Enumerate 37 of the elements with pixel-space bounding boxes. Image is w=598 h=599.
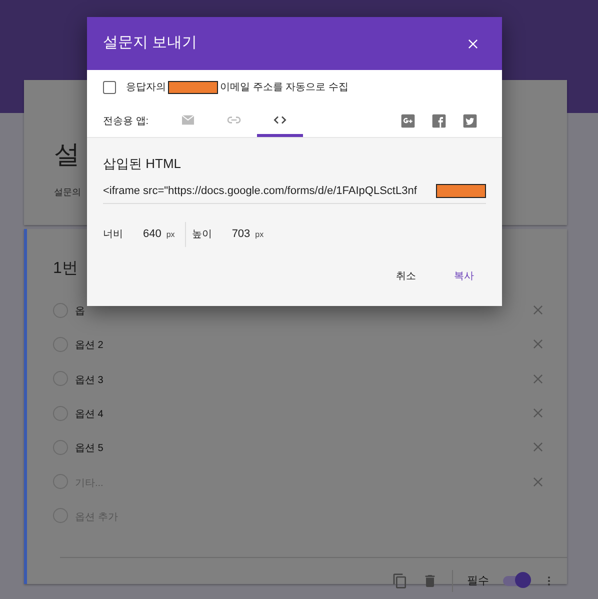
form-description: 설문의 bbox=[54, 186, 81, 199]
close-icon[interactable] bbox=[531, 303, 545, 318]
unit-label: px bbox=[166, 228, 175, 240]
redaction-mark bbox=[436, 184, 486, 198]
dimension-label: 너비 bbox=[103, 228, 123, 242]
redaction-mark bbox=[168, 81, 218, 94]
embed-code-field[interactable]: <iframe src="https://docs.google.com/forms/d/e/1FAIpQLSctL3nf bbox=[103, 180, 436, 203]
section-title: 삽입된 HTML bbox=[103, 155, 182, 173]
close-icon[interactable] bbox=[531, 372, 545, 386]
close-button[interactable] bbox=[466, 36, 480, 50]
cancel-button[interactable]: 취소 bbox=[388, 265, 424, 288]
close-icon[interactable] bbox=[531, 474, 545, 489]
dialog-title: 설문지 보내기 bbox=[103, 33, 198, 54]
option-label: 옵션 2 bbox=[75, 340, 104, 352]
option-label: 옵션 4 bbox=[75, 409, 104, 420]
facebook-icon[interactable] bbox=[431, 113, 447, 129]
unit-label: px bbox=[255, 228, 264, 240]
dimension-value[interactable]: 640 bbox=[143, 226, 162, 243]
google-plus-icon[interactable] bbox=[400, 113, 416, 129]
twitter-icon[interactable] bbox=[462, 113, 478, 129]
option-label: 옵션 5 bbox=[75, 443, 104, 454]
dimension-label: 높이 bbox=[192, 228, 212, 242]
copy-icon[interactable] bbox=[392, 573, 408, 590]
send-via-label: 전송용 앱: bbox=[103, 114, 150, 128]
checkbox-label: 응답자의 bbox=[126, 81, 166, 95]
close-icon[interactable] bbox=[531, 337, 545, 352]
question-title: 1번 bbox=[53, 259, 78, 279]
option-label: 옵 bbox=[75, 306, 85, 318]
copy-button[interactable]: 복사 bbox=[446, 265, 482, 288]
form-title: 설 bbox=[54, 138, 80, 171]
dimension-value[interactable]: 703 bbox=[232, 226, 250, 243]
close-icon[interactable] bbox=[531, 440, 545, 454]
option-label: 옵션 3 bbox=[75, 374, 104, 386]
close-icon[interactable] bbox=[531, 406, 545, 420]
required-label: 필수 bbox=[467, 574, 489, 589]
checkbox[interactable] bbox=[103, 81, 116, 94]
checkbox-label: 이메일 주소를 자동으로 수집 bbox=[220, 81, 348, 95]
